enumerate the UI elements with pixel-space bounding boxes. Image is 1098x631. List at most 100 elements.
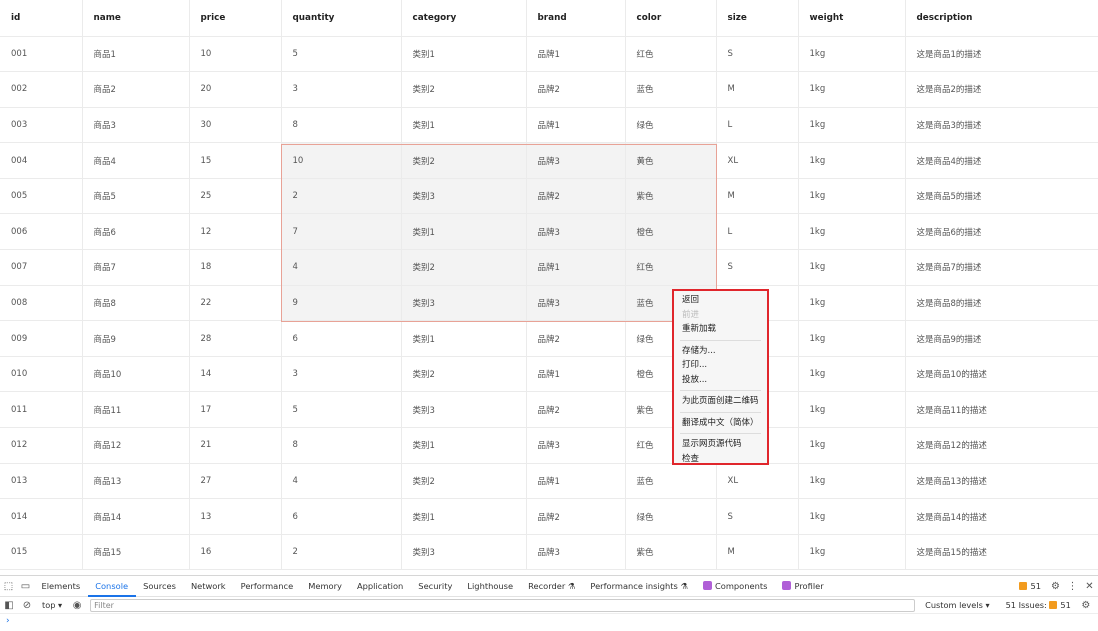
table-cell-id[interactable]: 005 (0, 178, 83, 215)
table-row[interactable]: 003 商品3 30 8 类别1 品牌1 绿色 L 1kg 这是商品3的描述 (0, 107, 1098, 144)
table-cell-brand[interactable]: 品牌3 (526, 213, 626, 251)
table-cell-quantity[interactable]: 9 (281, 285, 402, 322)
table-cell-description[interactable]: 这是商品9的描述 (905, 320, 1098, 357)
table-cell-id[interactable]: 014 (0, 498, 83, 535)
table-cell-brand[interactable]: 品牌2 (526, 391, 626, 429)
menu-item-translate[interactable]: 翻译成中文（简体） (674, 416, 767, 431)
table-cell-id[interactable]: 011 (0, 391, 83, 429)
table-cell-size[interactable]: S (716, 498, 799, 535)
tab-components[interactable]: Components (695, 576, 775, 597)
table-cell-category[interactable]: 类别2 (401, 356, 527, 393)
table-row[interactable]: 015 商品15 16 2 类别3 品牌3 紫色 M 1kg 这是商品15的描述 (0, 534, 1098, 571)
table-cell-brand[interactable]: 品牌1 (526, 356, 626, 393)
tab-elements[interactable]: Elements (34, 576, 88, 597)
table-cell-color[interactable]: 蓝色 (625, 71, 717, 108)
table-cell-brand[interactable]: 品牌1 (526, 107, 626, 144)
tab-sources[interactable]: Sources (136, 576, 184, 597)
menu-item-print[interactable]: 打印... (674, 358, 767, 373)
table-cell-color[interactable]: 红色 (625, 36, 717, 73)
close-devtools-icon[interactable]: ✕ (1081, 581, 1098, 592)
table-cell-brand[interactable]: 品牌1 (526, 249, 626, 286)
console-settings-gear-icon[interactable]: ⚙ (1077, 600, 1095, 611)
table-cell-price[interactable]: 21 (189, 427, 282, 464)
table-cell-size[interactable]: M (716, 71, 799, 108)
table-cell-description[interactable]: 这是商品1的描述 (905, 36, 1098, 73)
tab-recorder[interactable]: Recorder ⚗ (521, 576, 583, 597)
table-cell-name[interactable]: 商品7 (82, 249, 190, 286)
table-row[interactable]: 010 商品10 14 3 类别2 品牌1 橙色 1kg 这是商品10的描述 (0, 356, 1098, 393)
table-cell-weight[interactable]: 1kg (798, 498, 906, 535)
table-cell-category[interactable]: 类别1 (401, 320, 527, 357)
settings-gear-icon[interactable]: ⚙ (1047, 581, 1064, 592)
table-cell-description[interactable]: 这是商品10的描述 (905, 356, 1098, 393)
table-cell-weight[interactable]: 1kg (798, 178, 906, 215)
table-cell-category[interactable]: 类别1 (401, 427, 527, 464)
live-expression-eye-icon[interactable]: ◉ (68, 600, 86, 611)
table-cell-price[interactable]: 16 (189, 534, 282, 571)
tab-performance[interactable]: Performance (233, 576, 301, 597)
table-cell-name[interactable]: 商品1 (82, 36, 190, 73)
table-cell-id[interactable]: 015 (0, 534, 83, 571)
column-header-id[interactable]: id (0, 0, 83, 37)
table-row[interactable]: 008 商品8 22 9 类别3 品牌3 蓝色 1kg 这是商品8的描述 (0, 285, 1098, 322)
sidebar-toggle-icon[interactable]: ◧ (0, 600, 18, 611)
table-cell-size[interactable]: S (716, 249, 799, 286)
table-cell-size[interactable]: M (716, 178, 799, 215)
table-cell-color[interactable]: 绿色 (625, 498, 717, 535)
table-cell-price[interactable]: 22 (189, 285, 282, 322)
table-cell-category[interactable]: 类别1 (401, 213, 527, 251)
table-cell-size[interactable]: M (716, 534, 799, 571)
table-cell-name[interactable]: 商品12 (82, 427, 190, 464)
table-cell-quantity[interactable]: 5 (281, 36, 402, 73)
table-cell-description[interactable]: 这是商品12的描述 (905, 427, 1098, 464)
menu-item-cast[interactable]: 投放... (674, 373, 767, 388)
table-cell-quantity[interactable]: 7 (281, 213, 402, 251)
column-header-size[interactable]: size (716, 0, 799, 37)
table-cell-brand[interactable]: 品牌2 (526, 178, 626, 215)
table-cell-quantity[interactable]: 3 (281, 71, 402, 108)
table-cell-weight[interactable]: 1kg (798, 107, 906, 144)
table-cell-brand[interactable]: 品牌2 (526, 71, 626, 108)
table-cell-description[interactable]: 这是商品2的描述 (905, 71, 1098, 108)
table-cell-color[interactable]: 绿色 (625, 107, 717, 144)
table-cell-description[interactable]: 这是商品15的描述 (905, 534, 1098, 571)
table-cell-size[interactable]: XL (716, 142, 799, 179)
table-cell-weight[interactable]: 1kg (798, 427, 906, 464)
table-cell-quantity[interactable]: 8 (281, 107, 402, 144)
table-cell-quantity[interactable]: 2 (281, 534, 402, 571)
console-prompt[interactable]: › (0, 614, 1098, 630)
tab-network[interactable]: Network (183, 576, 233, 597)
table-cell-name[interactable]: 商品15 (82, 534, 190, 571)
table-cell-category[interactable]: 类别2 (401, 463, 527, 500)
table-cell-description[interactable]: 这是商品4的描述 (905, 142, 1098, 179)
table-cell-color[interactable]: 红色 (625, 249, 717, 286)
tab-profiler[interactable]: Profiler (775, 576, 831, 597)
issues-counter[interactable]: 51 Issues: 51 (1000, 600, 1077, 610)
table-cell-category[interactable]: 类别3 (401, 534, 527, 571)
tab-application[interactable]: Application (349, 576, 410, 597)
table-cell-weight[interactable]: 1kg (798, 249, 906, 286)
table-cell-category[interactable]: 类别2 (401, 71, 527, 108)
table-cell-quantity[interactable]: 6 (281, 320, 402, 357)
column-header-name[interactable]: name (82, 0, 190, 37)
table-cell-color[interactable]: 紫色 (625, 534, 717, 571)
table-cell-weight[interactable]: 1kg (798, 71, 906, 108)
table-cell-description[interactable]: 这是商品3的描述 (905, 107, 1098, 144)
table-cell-description[interactable]: 这是商品14的描述 (905, 498, 1098, 535)
table-row[interactable]: 006 商品6 12 7 类别1 品牌3 橙色 L 1kg 这是商品6的描述 (0, 213, 1098, 251)
menu-item-save-as[interactable]: 存储为... (674, 344, 767, 359)
table-cell-category[interactable]: 类别2 (401, 142, 527, 179)
table-cell-weight[interactable]: 1kg (798, 142, 906, 179)
table-cell-description[interactable]: 这是商品11的描述 (905, 391, 1098, 429)
table-cell-id[interactable]: 004 (0, 142, 83, 179)
table-cell-quantity[interactable]: 4 (281, 463, 402, 500)
table-cell-name[interactable]: 商品4 (82, 142, 190, 179)
table-cell-color[interactable]: 橙色 (625, 213, 717, 251)
table-cell-size[interactable]: XL (716, 463, 799, 500)
more-options-icon[interactable]: ⋮ (1064, 581, 1081, 592)
table-cell-category[interactable]: 类别2 (401, 249, 527, 286)
table-cell-category[interactable]: 类别1 (401, 107, 527, 144)
table-cell-price[interactable]: 18 (189, 249, 282, 286)
table-cell-color[interactable]: 黄色 (625, 142, 717, 179)
table-cell-quantity[interactable]: 4 (281, 249, 402, 286)
